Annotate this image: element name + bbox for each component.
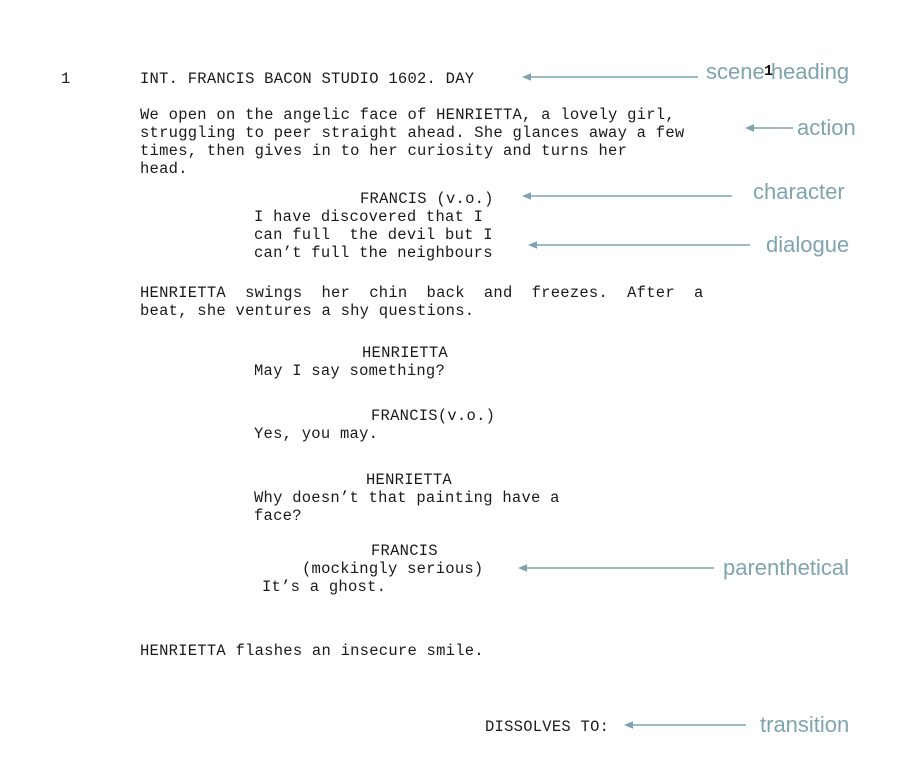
annotation-label-transition: transition: [760, 712, 850, 737]
dialogue-line: can full the devil but I: [254, 226, 493, 244]
character-cue-5: FRANCIS: [371, 542, 438, 560]
screenplay-page: 1 INT. FRANCIS BACON STUDIO 1602. DAY sc…: [0, 0, 900, 777]
action-line: We open on the angelic face of HENRIETTA…: [140, 106, 675, 124]
dialogue-block-4: Why doesn’t that painting have a face?: [254, 489, 560, 525]
action-block-3: HENRIETTA flashes an insecure smile.: [140, 642, 484, 660]
character-cue-4: HENRIETTA: [366, 471, 452, 489]
action-line: times, then gives in to her curiosity an…: [140, 142, 628, 160]
action-block-1: We open on the angelic face of HENRIETTA…: [140, 106, 684, 178]
action-line: HENRIETTA swings her chin back and freez…: [140, 284, 704, 302]
dialogue-block-3: Yes, you may.: [254, 425, 378, 443]
action-block-2: HENRIETTA swings her chin back and freez…: [140, 284, 704, 320]
dialogue-line: I have discovered that I: [254, 208, 484, 226]
scene-number: 1: [61, 70, 71, 88]
dialogue-block-2: May I say something?: [254, 362, 445, 380]
annotation-label-character: character: [753, 179, 845, 204]
annotation-label-parenthetical: parenthetical: [723, 555, 849, 580]
character-arrow: [522, 190, 732, 204]
dialogue-block-1: I have discovered that I can full the de…: [254, 208, 493, 262]
character-cue-1: FRANCIS (v.o.): [360, 190, 494, 208]
dialogue-arrow: [528, 239, 750, 253]
action-arrow: [745, 122, 793, 136]
action-line: head.: [140, 160, 188, 178]
dialogue-line: Why doesn’t that painting have a: [254, 489, 560, 507]
annotation-label-dialogue: dialogue: [766, 232, 850, 257]
character-cue-2: HENRIETTA: [362, 344, 448, 362]
dialogue-line: It’s a ghost.: [262, 578, 387, 596]
transition-text: DISSOLVES TO:: [485, 718, 610, 736]
dialogue-line: May I say something?: [254, 362, 446, 380]
dialogue-line: Yes, you may.: [254, 425, 379, 443]
page-number: 1: [764, 63, 774, 80]
action-line: HENRIETTA flashes an insecure smile.: [140, 642, 484, 660]
transition-arrow: [624, 719, 746, 733]
parenthetical-text: (mockingly serious): [302, 560, 484, 578]
scene-heading-arrow: [522, 71, 698, 85]
action-line: struggling to peer straight ahead. She g…: [140, 124, 685, 142]
dialogue-block-5: It’s a ghost.: [262, 578, 386, 596]
parenthetical-arrow: [518, 562, 714, 576]
annotation-label-action: action: [797, 115, 856, 140]
character-cue-3: FRANCIS(v.o.): [371, 407, 496, 425]
dialogue-line: face?: [254, 507, 302, 525]
dialogue-line: can’t full the neighbours: [254, 244, 493, 262]
action-line: beat, she ventures a shy questions.: [140, 302, 475, 320]
annotation-label-scene-heading: scene heading: [706, 59, 850, 84]
scene-heading-text: INT. FRANCIS BACON STUDIO 1602. DAY: [140, 70, 475, 88]
